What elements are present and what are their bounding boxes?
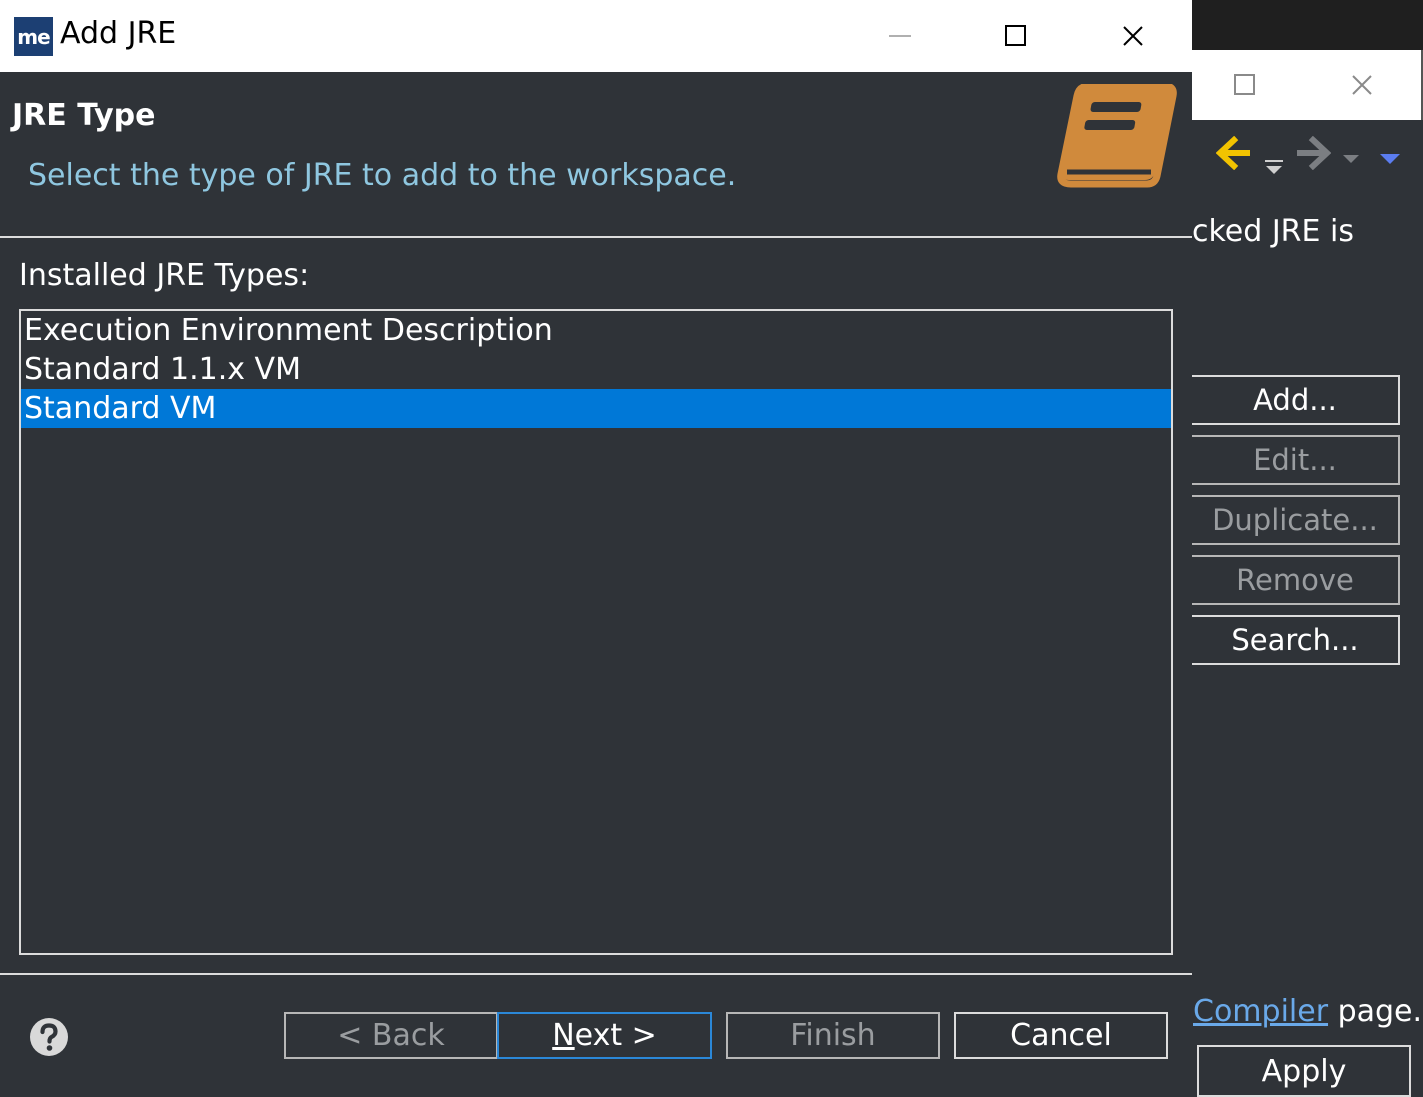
apply-button[interactable]: Apply: [1197, 1045, 1411, 1097]
compiler-page-suffix: page.: [1328, 994, 1423, 1029]
maximize-button[interactable]: [958, 0, 1074, 72]
compiler-page-text: Compiler page.: [1193, 994, 1422, 1029]
view-menu-icon: [1380, 154, 1400, 164]
background-maximize-button[interactable]: [1187, 50, 1303, 120]
chevron-down-icon: [1265, 160, 1283, 174]
search-button-label: Search...: [1231, 623, 1359, 657]
remove-button-label: Remove: [1236, 563, 1354, 597]
wizard-header: [0, 72, 1192, 236]
add-jre-button[interactable]: Add...: [1192, 375, 1400, 425]
finish-button[interactable]: Finish: [726, 1012, 940, 1059]
maximize-icon: [1234, 74, 1255, 95]
dialog-title: Add JRE: [60, 16, 177, 51]
close-button[interactable]: [1075, 0, 1191, 72]
close-icon: [1352, 75, 1372, 95]
page-description: Select the type of JRE to add to the wor…: [28, 158, 737, 193]
remove-jre-button[interactable]: Remove: [1192, 555, 1400, 605]
next-button-label: Next >: [552, 1018, 657, 1053]
next-label-rest: ext >: [574, 1018, 657, 1053]
duplicate-jre-button[interactable]: Duplicate...: [1192, 495, 1400, 545]
edit-button-label: Edit...: [1253, 443, 1337, 477]
next-button[interactable]: Next >: [497, 1012, 712, 1059]
cancel-button-label: Cancel: [1010, 1018, 1112, 1053]
close-icon: [1123, 26, 1143, 46]
page-title: JRE Type: [12, 98, 156, 133]
list-item-label: Standard 1.1.x VM: [24, 352, 301, 387]
nav-back-button[interactable]: [1216, 133, 1252, 173]
jre-types-list[interactable]: Execution Environment Description Standa…: [19, 309, 1173, 955]
minimize-icon: [889, 35, 911, 37]
list-item[interactable]: Execution Environment Description: [21, 311, 1171, 350]
arrow-right-icon: [1297, 136, 1331, 170]
dialog-titlebar: me Add JRE: [0, 0, 1192, 72]
back-button[interactable]: < Back: [284, 1012, 498, 1059]
background-description: cked JRE is: [1192, 214, 1354, 249]
header-separator: [0, 236, 1192, 238]
next-mnemonic: N: [552, 1018, 575, 1053]
footer-separator: [0, 973, 1192, 975]
minimize-button[interactable]: [843, 0, 959, 72]
nav-back-dropdown[interactable]: [1263, 150, 1285, 190]
help-question-icon[interactable]: [29, 1017, 69, 1057]
arrow-left-icon: [1216, 136, 1250, 170]
back-button-label: < Back: [337, 1018, 445, 1053]
list-item-label: Execution Environment Description: [24, 313, 553, 348]
background-top-strip: [1192, 0, 1423, 50]
view-menu-dropdown[interactable]: [1378, 138, 1402, 178]
maximize-icon: [1005, 25, 1026, 46]
background-body: [1192, 120, 1423, 1097]
edit-jre-button[interactable]: Edit...: [1192, 435, 1400, 485]
compiler-link[interactable]: Compiler: [1193, 994, 1328, 1029]
list-item-label: Standard VM: [24, 391, 217, 426]
add-button-label: Add...: [1253, 383, 1337, 417]
background-close-button[interactable]: [1304, 50, 1420, 120]
app-logo-icon: me: [14, 17, 53, 56]
apply-button-label: Apply: [1261, 1053, 1347, 1089]
finish-button-label: Finish: [790, 1018, 876, 1053]
list-item[interactable]: Standard 1.1.x VM: [21, 350, 1171, 389]
book-icon: [1057, 84, 1177, 188]
duplicate-button-label: Duplicate...: [1212, 503, 1378, 537]
chevron-down-icon: [1343, 155, 1359, 163]
search-jre-button[interactable]: Search...: [1192, 615, 1400, 665]
nav-forward-dropdown[interactable]: [1341, 138, 1361, 178]
cancel-button[interactable]: Cancel: [954, 1012, 1168, 1059]
nav-forward-button[interactable]: [1295, 133, 1331, 173]
list-item-selected[interactable]: Standard VM: [21, 389, 1171, 428]
installed-jre-types-label: Installed JRE Types:: [19, 258, 310, 293]
add-jre-dialog: me Add JRE JRE Type Select the type of J…: [0, 0, 1192, 1097]
